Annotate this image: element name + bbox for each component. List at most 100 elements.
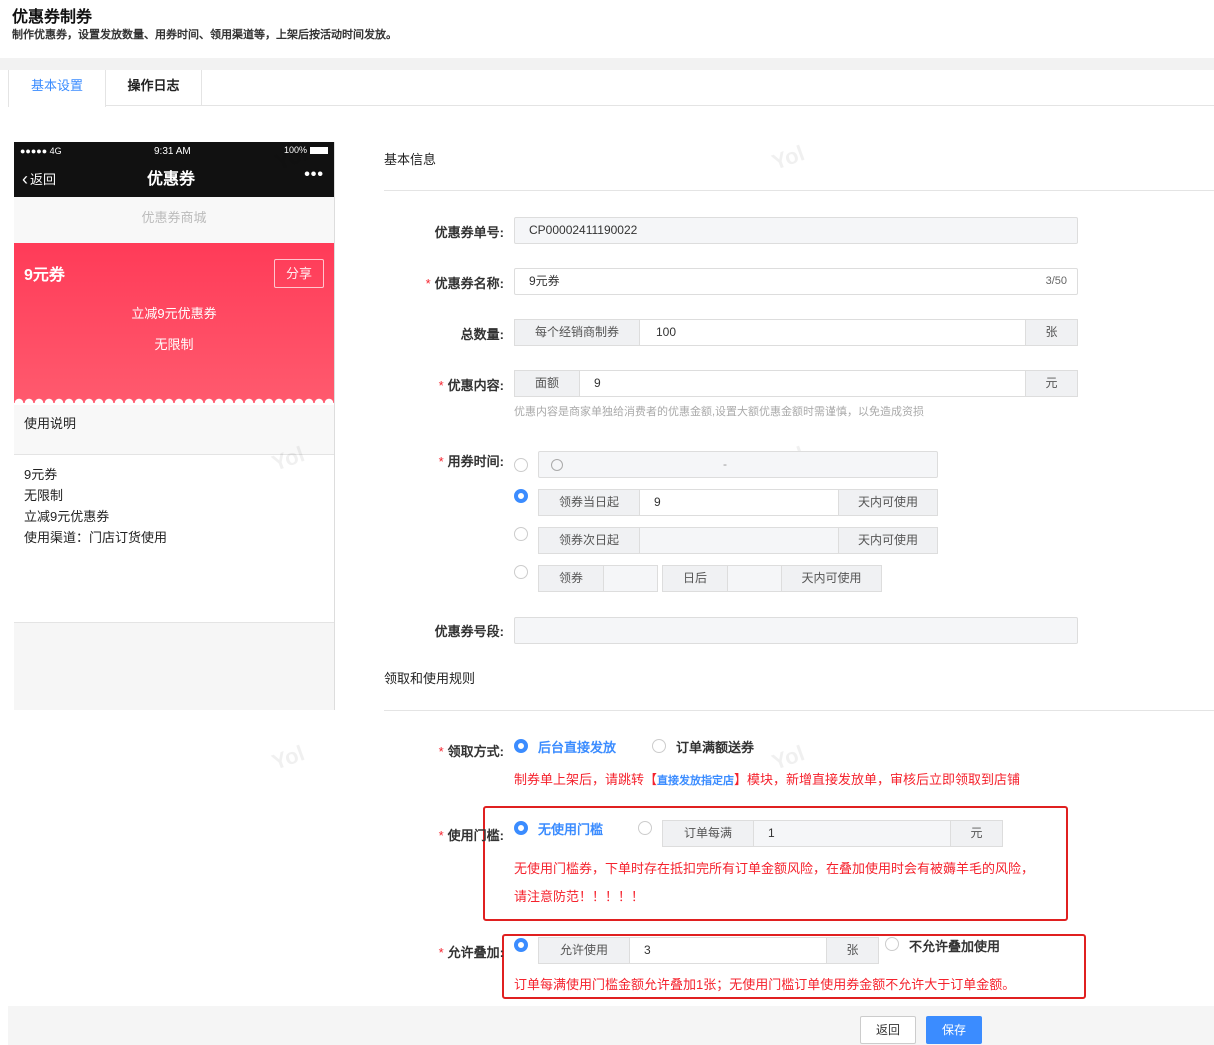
stack-radio-deny[interactable] <box>885 937 899 951</box>
usage-line: 无限制 <box>24 488 64 503</box>
required-mark: * <box>438 454 444 469</box>
use-time-radio-next-day[interactable] <box>514 527 528 541</box>
claim-notice: 制券单上架后，请跳转【直接发放指定店】模块，新增直接发放单，审核后立即领取到店铺 <box>514 769 1020 788</box>
total-input[interactable]: 100 <box>639 319 1026 346</box>
required-mark: * <box>438 378 444 393</box>
coupon-card: 9元券 分享 立减9元优惠券 无限制 <box>14 243 334 408</box>
total-prefix: 每个经销商制券 <box>514 319 640 346</box>
stack-count-input[interactable]: 3 <box>629 937 827 964</box>
claim-radio-direct[interactable] <box>514 739 528 753</box>
watermark: Yol <box>768 140 808 175</box>
phone-status-bar: ●●●●● 4G 9:31 AM 100% ‹ 返回 优惠券 ••• <box>14 142 334 197</box>
threshold-none-label[interactable]: 无使用门槛 <box>538 819 603 838</box>
use-time-radio-after-days[interactable] <box>514 565 528 579</box>
same-day-prefix: 领券当日起 <box>538 489 640 516</box>
direct-issue-link[interactable]: 直接发放指定店 <box>657 775 734 787</box>
back-button[interactable]: 返回 <box>860 1016 916 1044</box>
section-divider <box>384 710 1214 711</box>
threshold-label-text: 使用门槛: <box>447 828 504 843</box>
section-basic-title: 基本信息 <box>384 152 437 167</box>
stack-radio-allow[interactable] <box>514 938 528 952</box>
threshold-prefix: 订单每满 <box>662 820 754 847</box>
threshold-label: * 使用门槛: <box>384 825 504 844</box>
content-label: * 优惠内容: <box>384 375 504 394</box>
total-suffix: 张 <box>1025 319 1078 346</box>
next-day-prefix: 领券次日起 <box>538 527 640 554</box>
threshold-warning-line2: 请注意防范！！！！！ <box>514 889 645 904</box>
use-time-label-text: 用券时间: <box>447 454 504 469</box>
next-day-suffix: 天内可使用 <box>838 527 938 554</box>
clock-icon <box>551 459 563 471</box>
threshold-radio-amount[interactable] <box>638 821 652 835</box>
total-label: 总数量: <box>384 324 504 343</box>
coupon-name-label-text: 优惠券名称: <box>434 276 504 291</box>
coupon-name: 9元券 <box>24 267 65 284</box>
signal-indicator: ●●●●● 4G <box>20 146 62 156</box>
after-days-suffix: 天内可使用 <box>781 565 882 592</box>
coupon-desc: 立减9元优惠券 <box>131 306 217 321</box>
battery-icon <box>310 146 328 154</box>
coupon-no-label-text: 优惠券单号: <box>434 225 504 240</box>
top-divider <box>0 58 1214 70</box>
after-days-mid: 日后 <box>662 565 728 592</box>
next-day-days-input[interactable] <box>639 527 839 554</box>
claim-method-label-text: 领取方式: <box>447 744 504 759</box>
watermark: Yol <box>268 740 308 775</box>
threshold-amount-input[interactable]: 1 <box>753 820 951 847</box>
share-button[interactable]: 分享 <box>274 259 324 288</box>
coupon-name-value: 9元券 <box>529 274 560 288</box>
coupon-no-field: CP00002411190022 <box>514 217 1078 244</box>
after-days-valid-input[interactable] <box>727 565 782 592</box>
tab-operation-log[interactable]: 操作日志 <box>106 70 202 106</box>
coupon-name-counter: 3/50 <box>1045 275 1067 287</box>
section-divider <box>384 190 1214 191</box>
battery-text: 100% <box>283 145 307 155</box>
required-mark: * <box>438 744 444 759</box>
coupon-name-input[interactable]: 9元券 3/50 <box>514 268 1078 295</box>
required-mark: * <box>438 828 444 843</box>
coupon-segment-label: 优惠券号段: <box>384 621 504 640</box>
tab-basic-settings[interactable]: 基本设置 <box>8 70 106 107</box>
stack-label: * 允许叠加: <box>384 942 504 961</box>
phone-back-label: 返回 <box>30 172 57 187</box>
same-day-days-input[interactable]: 9 <box>639 489 839 516</box>
after-days-input[interactable] <box>603 565 658 592</box>
page-subtitle: 制作优惠券，设置发放数量、用券时间、领用渠道等，上架后按活动时间发放。 <box>12 29 397 41</box>
same-day-suffix: 天内可使用 <box>838 489 938 516</box>
threshold-radio-none[interactable] <box>514 821 528 835</box>
more-icon[interactable]: ••• <box>304 166 324 184</box>
claim-notice-pre: 制券单上架后，请跳转【 <box>514 772 658 787</box>
claim-order-label[interactable]: 订单满额送券 <box>676 737 754 756</box>
stack-deny-label[interactable]: 不允许叠加使用 <box>909 936 1000 955</box>
usage-line: 9元券 <box>24 467 58 482</box>
date-range-separator: - <box>723 457 727 471</box>
stack-prefix: 允许使用 <box>538 937 630 964</box>
usage-line: 使用渠道：门店订货使用 <box>24 530 168 545</box>
required-mark: * <box>425 276 431 291</box>
claim-notice-post: 】模块，新增直接发放单，审核后立即领取到店铺 <box>734 772 1021 787</box>
claim-method-label: * 领取方式: <box>384 741 504 760</box>
claim-radio-order[interactable] <box>652 739 666 753</box>
total-label-text: 总数量: <box>460 327 504 342</box>
coupon-segment-label-text: 优惠券号段: <box>434 624 504 639</box>
use-time-radio-range[interactable] <box>514 458 528 472</box>
phone-back-button[interactable]: ‹ 返回 <box>22 169 56 188</box>
battery-indicator: 100% <box>284 145 328 155</box>
threshold-suffix: 元 <box>950 820 1003 847</box>
save-button[interactable]: 保存 <box>926 1016 982 1044</box>
mall-label: 优惠券商城 <box>14 197 334 243</box>
usage-title: 使用说明 <box>14 405 334 455</box>
page-title: 优惠券制券 <box>12 9 93 26</box>
content-input[interactable]: 9 <box>579 370 1026 397</box>
stack-label-text: 允许叠加: <box>447 945 504 960</box>
use-time-radio-same-day[interactable] <box>514 489 528 503</box>
usage-line: 立减9元优惠券 <box>24 509 110 524</box>
section-rules-title: 领取和使用规则 <box>384 671 476 686</box>
content-hint: 优惠内容是商家单独给消费者的优惠金额,设置大额优惠金额时需谨慎，以免造成资损 <box>514 406 925 418</box>
content-suffix: 元 <box>1025 370 1078 397</box>
date-range-picker[interactable]: - <box>538 451 938 478</box>
status-time: 9:31 AM <box>154 146 191 157</box>
phone-preview: ●●●●● 4G 9:31 AM 100% ‹ 返回 优惠券 ••• 优惠券商城… <box>14 142 335 710</box>
usage-lines: 9元券 无限制 立减9元优惠券 使用渠道：门店订货使用 <box>24 464 167 548</box>
claim-direct-label[interactable]: 后台直接发放 <box>538 737 616 756</box>
